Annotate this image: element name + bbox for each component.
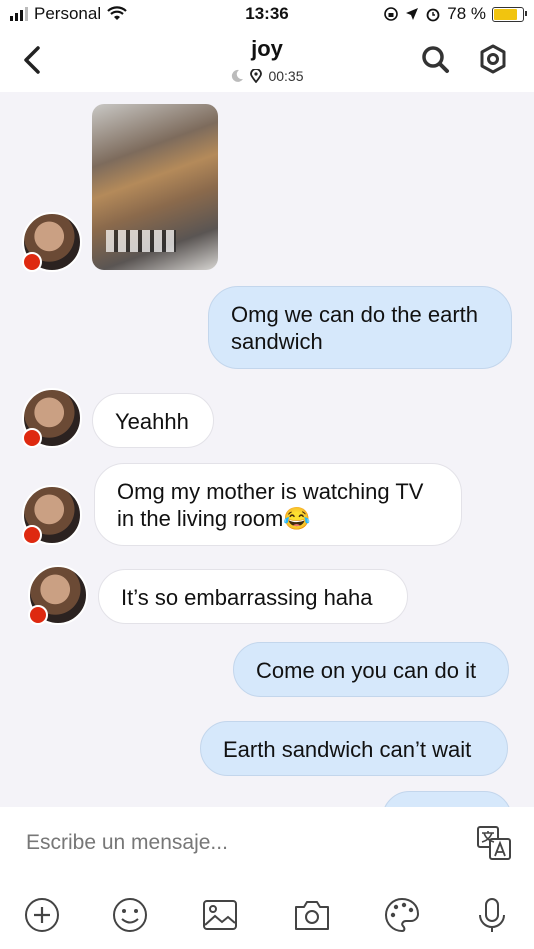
incoming-message[interactable]: Omg my mother is watching TV in the livi… — [94, 463, 462, 546]
outgoing-message[interactable]: Come on you can do it — [233, 642, 509, 697]
search-icon[interactable] — [420, 44, 450, 74]
camera-icon[interactable] — [292, 895, 332, 935]
battery-percent: 78 % — [447, 4, 486, 23]
settings-icon[interactable] — [478, 44, 508, 74]
china-flag-icon — [28, 605, 48, 625]
status-bar: Personal 13:36 78 % — [0, 0, 534, 30]
battery-icon — [492, 6, 527, 22]
microphone-icon[interactable] — [472, 895, 512, 935]
alarm-icon — [426, 8, 440, 22]
moon-icon — [232, 69, 244, 82]
message-composer: Escribe un mensaje... — [0, 807, 534, 949]
outgoing-message-partial[interactable] — [382, 791, 512, 807]
incoming-message[interactable]: It’s so embarrassing haha — [98, 569, 408, 624]
chat-header: joy 00:35 — [0, 30, 534, 92]
add-icon[interactable] — [22, 895, 62, 935]
china-flag-icon — [22, 252, 42, 272]
avatar[interactable] — [22, 485, 82, 545]
china-flag-icon — [22, 428, 42, 448]
avatar[interactable] — [28, 565, 88, 625]
gallery-icon[interactable] — [200, 895, 240, 935]
emoji-icon[interactable] — [110, 895, 150, 935]
shared-photo[interactable] — [92, 104, 218, 270]
avatar[interactable] — [22, 388, 82, 448]
incoming-message[interactable]: Yeahhh — [92, 393, 214, 448]
avatar[interactable] — [22, 212, 82, 272]
status-icons: 78 % — [383, 4, 527, 24]
rotation-lock-icon — [384, 7, 399, 21]
last-seen: 00:35 — [0, 68, 534, 84]
palette-icon[interactable] — [382, 895, 422, 935]
outgoing-message[interactable]: Earth sandwich can’t wait — [200, 721, 508, 776]
china-flag-icon — [22, 525, 42, 545]
outgoing-message[interactable]: Omg we can do the earth sandwich — [208, 286, 512, 369]
message-list[interactable]: Omg we can do the earth sandwich Yeahhh … — [0, 92, 534, 807]
location-icon — [406, 8, 419, 20]
translate-icon[interactable] — [476, 825, 512, 861]
last-seen-time: 00:35 — [268, 68, 304, 84]
location-pin-icon — [250, 69, 263, 83]
contact-name[interactable]: joy — [0, 36, 534, 62]
message-input[interactable]: Escribe un mensaje... — [26, 831, 228, 855]
